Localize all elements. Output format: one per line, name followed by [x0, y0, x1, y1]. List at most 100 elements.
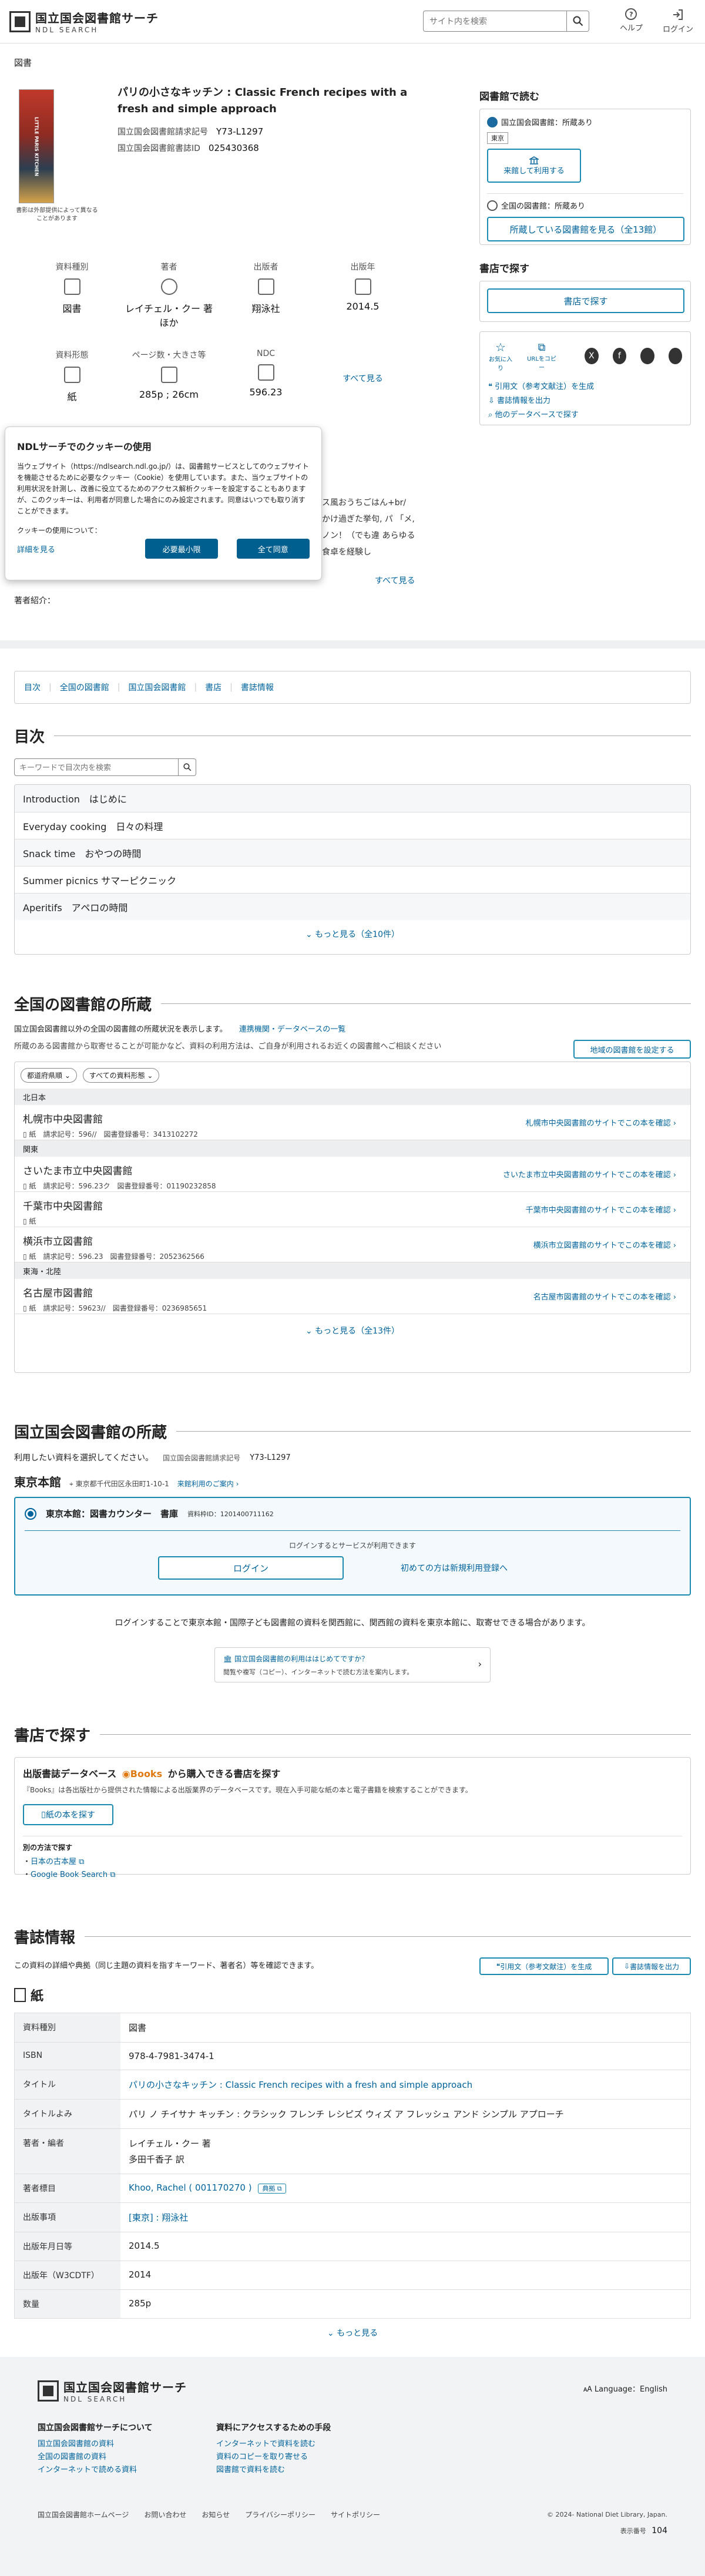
copy-url-button[interactable]: ⧉ URLをコピー [527, 341, 556, 371]
logo-title: 国立国会図書館サーチ [35, 11, 159, 25]
register-link[interactable]: 初めての方は新規利用登録へ [361, 1562, 547, 1574]
biblio-export-button[interactable]: ⇩ 書誌情報を出力 [612, 1957, 691, 1975]
tab-toc[interactable]: 目次 [24, 681, 41, 693]
visit-button[interactable]: 来館して利用する [487, 149, 581, 183]
footer-bottom-link[interactable]: お知らせ [202, 2510, 230, 2520]
biblio-cite-button[interactable]: ❝ 引用文（参考文献注）を生成 [479, 1957, 609, 1975]
library-link[interactable]: さいたま市立中央図書館のサイトでこの本を確認 › [503, 1168, 676, 1180]
toc-more[interactable]: ⌄ もっと見る（全10件） [15, 928, 690, 940]
other-db-link[interactable]: ⌕ 他のデータベースで探す [488, 408, 682, 422]
library-row: 横浜市立図書館 ▯ 紙 請求記号：596.23 図書登録番号：205236256… [15, 1227, 690, 1262]
footer-link[interactable]: インターネットで読める資料 [38, 2464, 153, 2477]
library-link-label: さいたま市立中央図書館のサイトでこの本を確認 [503, 1171, 671, 1180]
see-all-attrs[interactable]: すべて見る [343, 374, 382, 384]
row-key: タイトル [15, 2070, 120, 2099]
authority-badge[interactable]: 典拠 ⧉ [258, 2184, 286, 2194]
login-button[interactable]: ログイン [663, 8, 693, 34]
language-switch[interactable]: 🗚 Language：English [583, 2383, 667, 2394]
search-input[interactable] [423, 11, 567, 32]
toc-item[interactable]: Snack time おやつの時間 [15, 839, 690, 866]
tab-shops[interactable]: 書店 [205, 681, 221, 693]
attr-year: 出版年 2014.5 [314, 261, 411, 329]
row-value[interactable]: [東京] : 翔泳社 [120, 2203, 690, 2232]
toc-item[interactable]: Summer picnics サマーピクニック [15, 866, 690, 893]
paper-book-button[interactable]: ▯ 紙の本を探す [23, 1804, 113, 1825]
library-form: 紙 [29, 1252, 36, 1261]
chevron-right-icon: › [478, 1658, 482, 1670]
search-button[interactable] [567, 11, 589, 32]
footer-link[interactable]: 資料のコピーを取り寄せる [216, 2451, 331, 2464]
toc-item[interactable]: Everyday cooking 日々の料理 [15, 812, 690, 839]
tab-ndl[interactable]: 国立国会図書館 [128, 681, 186, 693]
library-link[interactable]: 千葉市中央図書館のサイトでこの本を確認 › [526, 1204, 676, 1215]
prefecture-filter[interactable]: 都道府県順 ⌄ [21, 1068, 77, 1083]
partners-link[interactable]: 連携機関・データベースの一覧 [239, 1025, 345, 1034]
section-separator [0, 640, 705, 649]
site-logo[interactable]: 国立国会図書館サーチ NDL SEARCH [9, 9, 159, 34]
copyright: © 2024- National Diet Library, Japan. [546, 2511, 667, 2518]
person-icon [160, 278, 177, 295]
biblio-table: 資料種別 図書 ISBN 978-4-7981-3474-1 タイトル パリの小さなキ… [14, 2013, 691, 2319]
footer-bottom-link[interactable]: サイトポリシー [331, 2510, 380, 2520]
mail-share-icon[interactable] [668, 348, 682, 364]
ndl-login-button[interactable]: ログイン [158, 1556, 344, 1580]
callno-value: Y73-L1297 [216, 126, 264, 137]
toc-search-button[interactable] [179, 758, 196, 776]
help-button[interactable]: ? ヘルプ [620, 8, 643, 34]
cookie-accept-button[interactable]: 全て同意 [236, 539, 310, 559]
all-status: 全国の図書館：所蔵あり [501, 202, 586, 211]
toc-item[interactable]: Introduction はじめに [15, 785, 690, 812]
cite-link[interactable]: ❝ 引用文（参考文献注）を生成 [488, 380, 682, 394]
line-share-icon[interactable] [640, 348, 654, 364]
cookie-necessary-button[interactable]: 必要最小限 [145, 539, 219, 559]
item-radio[interactable] [25, 1507, 36, 1520]
library-link[interactable]: 横浜市立図書館のサイトでこの本を確認 › [533, 1239, 676, 1250]
banner-subtitle: 閲覧や複写（コピー）、インターネットで読む方法を案内します。 [223, 1668, 414, 1676]
toc-item[interactable]: Aperitifs アペロの時間 [15, 893, 690, 920]
row-value: 2014.5 [129, 2241, 160, 2251]
footer-bottom-links: 国立国会図書館ホームページ お問い合わせ お知らせ プライバシーポリシー サイト… [38, 2510, 380, 2520]
attr-value: 図書 [62, 303, 82, 314]
toc-section: 目次 Introduction はじめに Everyday cooking 日々… [0, 725, 705, 955]
libraries-more[interactable]: ⌄ もっと見る（全13件） [15, 1325, 690, 1336]
facebook-share-icon[interactable]: f [612, 348, 627, 364]
all-libraries-button[interactable]: 所蔵している図書館を見る（全13館） [487, 217, 684, 241]
row-value: 図書 [129, 2023, 147, 2033]
biblio-export-label: 書誌情報を出力 [630, 1962, 680, 1971]
biblio-more[interactable]: ⌄ もっと見る [14, 2327, 691, 2339]
first-time-banner[interactable]: 🏛 国立国会図書館の利用ははじめてですか？ 閲覧や複写（コピー）、インターネット… [214, 1647, 491, 1682]
tab-libraries[interactable]: 全国の図書館 [60, 681, 109, 693]
footer-logo[interactable]: 国立国会図書館サーチ NDL SEARCH [38, 2378, 187, 2403]
export-link[interactable]: ⇩ 書誌情報を出力 [488, 394, 682, 408]
search-icon [183, 763, 191, 771]
cookie-details-link[interactable]: 詳細を見る [17, 543, 145, 555]
cover-text: LITTLE PARIS KITCHEN [33, 116, 39, 176]
description-more[interactable]: すべて見る [375, 575, 415, 586]
footer-bottom-link[interactable]: プライバシーポリシー [245, 2510, 315, 2520]
footer-link[interactable]: 国立国会図書館の資料 [38, 2438, 153, 2451]
row-value[interactable]: パリの小さなキッチン : Classic French recipes with… [120, 2070, 690, 2099]
visit-guide-link[interactable]: 来館利用のご案内 › [177, 1479, 239, 1489]
footer-bottom-link[interactable]: 国立国会図書館ホームページ [38, 2510, 129, 2520]
tab-biblio[interactable]: 書誌情報 [241, 681, 274, 693]
row-value[interactable]: Khoo, Rachel ( 001170270 ) [129, 2182, 252, 2193]
form-filter[interactable]: すべての資料形態 ⌄ [82, 1068, 160, 1083]
set-region-button[interactable]: 地域の図書館を設定する [573, 1040, 691, 1059]
favorite-button[interactable]: ☆ お気に入り [488, 340, 513, 372]
footer-link[interactable]: 図書館で資料を読む [216, 2464, 331, 2477]
old-books-link[interactable]: ・日本の古本屋 ⧉ [23, 1856, 682, 1869]
library-row: 札幌市中央図書館 ▯ 紙 請求記号：596// 図書登録番号：341310227… [15, 1105, 690, 1140]
sidebar: 図書館で読む 国立国会図書館：所蔵あり 東京 来館して利用する 全国の図書館：所… [479, 85, 691, 425]
footer-bottom-link[interactable]: お問い合わせ [144, 2510, 186, 2520]
shop-button[interactable]: 書店で探す [487, 288, 684, 313]
book-cover[interactable]: LITTLE PARIS KITCHEN [19, 89, 54, 203]
shops-db-desc: 『Books』は各出版社から提供された情報による出版業界のデータベースです。現在… [23, 1786, 472, 1794]
library-link[interactable]: 名古屋市図書館のサイトでこの本を確認 › [533, 1291, 676, 1302]
google-books-link[interactable]: ・Google Book Search ⧉ [23, 1869, 682, 1882]
x-share-icon[interactable]: X [585, 348, 599, 364]
library-link[interactable]: 札幌市中央図書館のサイトでこの本を確認 › [526, 1117, 676, 1128]
footer-link[interactable]: インターネットで資料を読む [216, 2438, 331, 2451]
attr-label: 出版者 [253, 263, 278, 272]
toc-search-input[interactable] [14, 758, 179, 776]
footer-link[interactable]: 全国の図書館の資料 [38, 2451, 153, 2464]
